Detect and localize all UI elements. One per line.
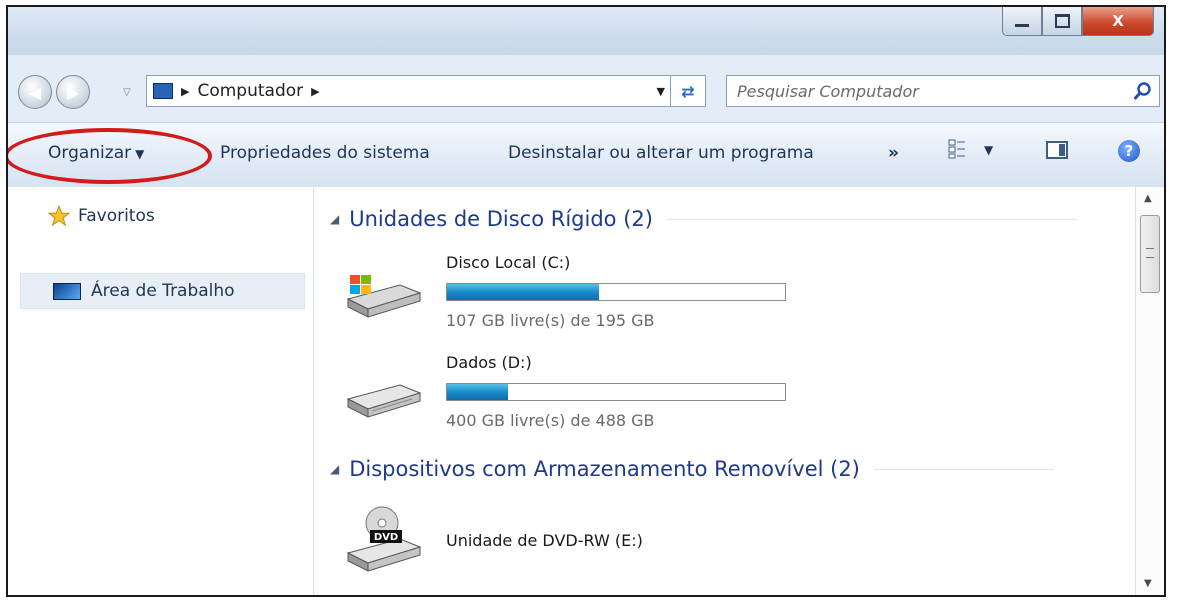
dvd-drive-icon: DVD <box>346 506 422 572</box>
drive-usage-bar <box>446 383 786 401</box>
grip-icon <box>1146 248 1154 258</box>
search-placeholder: Pesquisar Computador <box>737 82 919 101</box>
drive-item[interactable]: Disco Local (C:) 107 GB livre(s) de 195 … <box>342 253 802 333</box>
vertical-scrollbar[interactable]: ▲ ▼ <box>1135 187 1164 595</box>
command-bar: Organizar ▼ Propriedades do sistema Desin… <box>8 122 1164 188</box>
forward-button[interactable]: ▶ <box>56 75 90 109</box>
group-title: Unidades de Disco Rígido (2) <box>349 207 653 231</box>
chevron-down-icon: ▼ <box>135 147 145 161</box>
scroll-up-icon[interactable]: ▲ <box>1144 193 1152 204</box>
breadcrumb-location[interactable]: Computador <box>197 81 303 101</box>
minimize-button[interactable] <box>1002 7 1042 36</box>
organize-label: Organizar <box>48 143 132 163</box>
maximize-icon <box>1054 14 1070 28</box>
computer-icon <box>153 83 173 99</box>
drive-name: Dados (D:) <box>446 353 532 372</box>
collapse-triangle-icon: ◢ <box>330 462 340 476</box>
collapse-triangle-icon: ◢ <box>330 212 340 226</box>
content-pane: ◢ Unidades de Disco Rígido (2) Disco Loc… <box>314 187 1136 595</box>
refresh-icon: ⇄ <box>681 81 695 101</box>
windows-drive-icon <box>346 275 422 318</box>
dvd-badge: DVD <box>374 532 398 543</box>
drive-free-space: 107 GB livre(s) de 195 GB <box>446 311 655 330</box>
forward-arrow-icon: ▶ <box>66 82 80 102</box>
maximize-button[interactable] <box>1042 7 1082 36</box>
window-controls: X <box>1002 7 1154 37</box>
more-commands-button[interactable]: » <box>888 143 899 163</box>
group-header-hard-drives[interactable]: ◢ Unidades de Disco Rígido (2) <box>330 207 1077 231</box>
close-icon: X <box>1112 12 1124 30</box>
group-divider <box>666 218 1077 220</box>
drive-name: Disco Local (C:) <box>446 253 571 272</box>
view-dropdown-icon[interactable]: ▼ <box>984 143 993 157</box>
group-title: Dispositivos com Armazenamento Removível… <box>349 457 860 481</box>
drive-name: Unidade de DVD-RW (E:) <box>446 531 643 550</box>
title-bar: X <box>8 7 1164 55</box>
address-dropdown-icon[interactable]: ▼ <box>657 85 665 98</box>
scroll-thumb[interactable] <box>1140 215 1160 293</box>
scroll-down-icon[interactable]: ▼ <box>1144 578 1152 589</box>
group-divider <box>873 468 1054 470</box>
drive-item[interactable]: DVD Unidade de DVD-RW (E:) <box>342 505 802 585</box>
address-bar[interactable]: ▶ Computador ▶ ▼ ⇄ <box>146 75 706 107</box>
help-icon[interactable]: ? <box>1118 140 1140 162</box>
history-dropdown-icon[interactable]: ▽ <box>123 87 131 98</box>
drive-usage-fill <box>447 384 508 400</box>
star-icon <box>48 205 70 227</box>
organize-button[interactable]: Organizar ▼ <box>48 143 144 163</box>
address-row: ◀ ▶ ▽ ▶ Computador ▶ ▼ ⇄ Pesquisar Compu… <box>8 69 1164 115</box>
close-button[interactable]: X <box>1082 7 1154 36</box>
desktop-label: Área de Trabalho <box>91 281 235 301</box>
hard-drive-icon <box>346 384 422 418</box>
search-input[interactable]: Pesquisar Computador <box>726 75 1160 107</box>
breadcrumb-chevron-icon[interactable]: ▶ <box>311 85 319 98</box>
nav-item-favorites[interactable]: Favoritos <box>48 205 155 227</box>
view-options-icon[interactable] <box>948 139 966 159</box>
drive-usage-fill <box>447 284 600 300</box>
explorer-window: X ◀ ▶ ▽ ▶ Computador ▶ ▼ ⇄ Pesquisar Com… <box>6 5 1166 597</box>
minimize-icon <box>1015 23 1029 27</box>
preview-pane-icon[interactable] <box>1046 141 1068 159</box>
favorites-label: Favoritos <box>78 206 155 226</box>
breadcrumb-chevron-icon[interactable]: ▶ <box>181 85 189 98</box>
desktop-icon <box>53 282 81 300</box>
back-button[interactable]: ◀ <box>18 75 52 109</box>
search-icon[interactable] <box>1133 81 1153 101</box>
uninstall-program-button[interactable]: Desinstalar ou alterar um programa <box>508 143 814 163</box>
refresh-button[interactable]: ⇄ <box>670 76 705 106</box>
system-properties-button[interactable]: Propriedades do sistema <box>220 143 430 163</box>
group-header-removable[interactable]: ◢ Dispositivos com Armazenamento Removív… <box>330 457 1054 481</box>
navigation-pane: Favoritos Área de Trabalho <box>8 187 314 595</box>
back-arrow-icon: ◀ <box>28 82 42 102</box>
nav-item-desktop[interactable]: Área de Trabalho <box>20 273 305 309</box>
drive-item[interactable]: Dados (D:) 400 GB livre(s) de 488 GB <box>342 353 802 433</box>
drive-usage-bar <box>446 283 786 301</box>
drive-free-space: 400 GB livre(s) de 488 GB <box>446 411 655 430</box>
